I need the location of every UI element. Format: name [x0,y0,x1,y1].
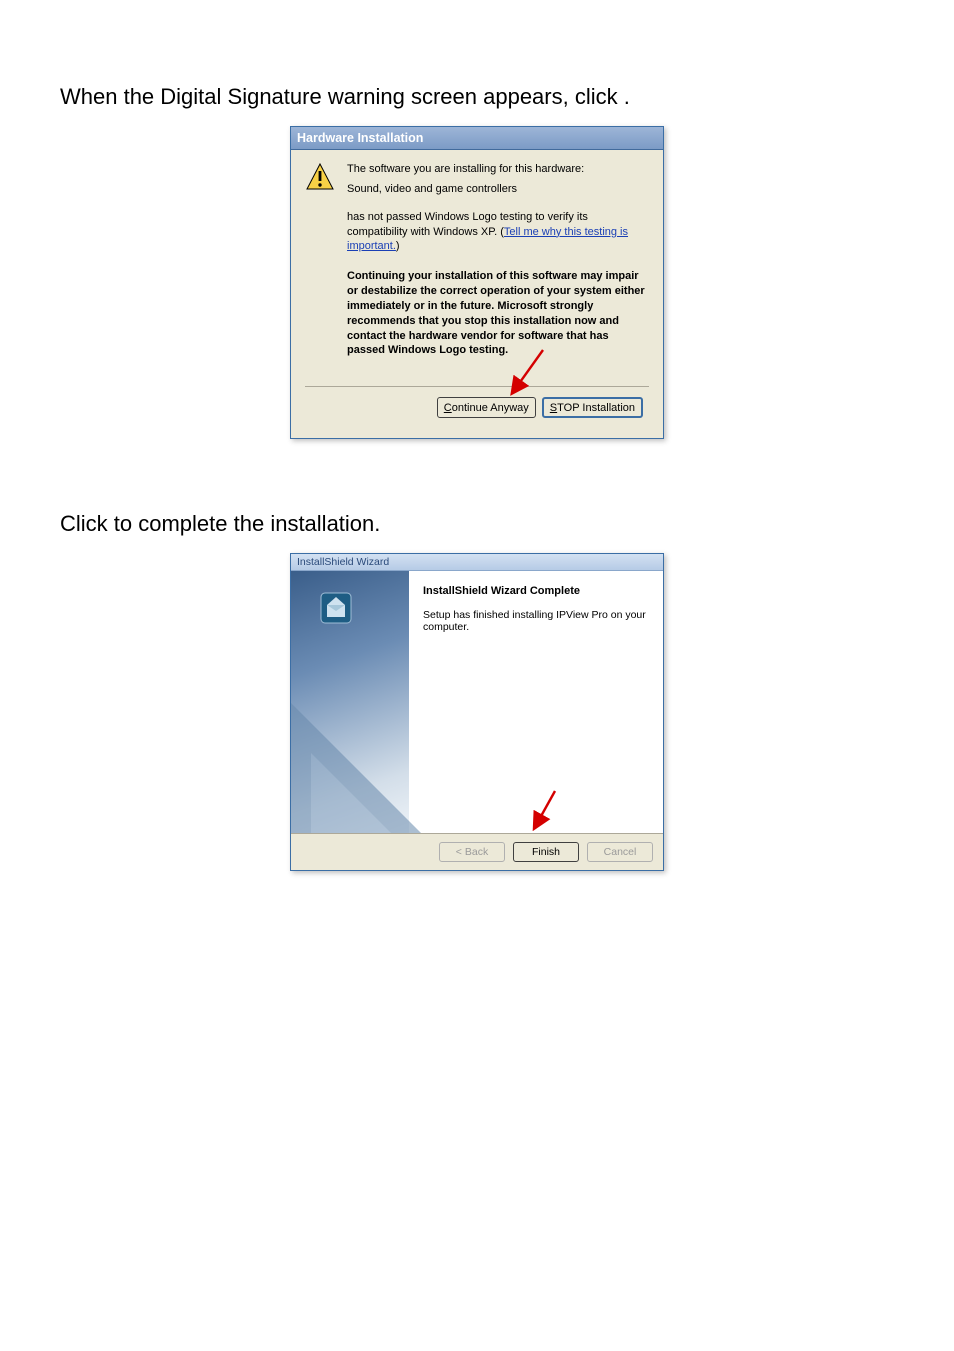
stop-installation-button[interactable]: STOP Installation [542,397,643,418]
wizard-side-image [291,571,409,833]
wizard-description: Setup has finished installing IPView Pro… [423,609,649,633]
instruction-1-suffix: . [624,84,630,109]
hardware-installation-dialog: Hardware Installation The software you a… [290,126,664,440]
installshield-title: InstallShield Wizard [291,554,663,571]
bold-warning-text: Continuing your installation of this sof… [347,269,645,358]
instruction-line-2: Click to complete the installation. [60,509,894,539]
instruction-1-prefix: When the Digital Signature warning scree… [60,84,624,109]
red-arrow-icon [507,348,547,396]
installshield-title-text: InstallShield Wizard [297,556,389,568]
instruction-2-prefix: Click [60,511,114,536]
continue-anyway-button[interactable]: Continue Anyway [437,397,536,418]
msg-line-1: The software you are installing for this… [347,162,649,176]
cancel-button: Cancel [587,842,653,862]
instruction-line-1: When the Digital Signature warning scree… [60,82,894,112]
instruction-2-suffix: to complete the installation. [114,511,381,536]
msg-line-3: has not passed Windows Logo testing to v… [347,210,649,253]
wizard-heading: InstallShield Wizard Complete [423,585,649,597]
warning-icon [305,162,335,192]
back-button: < Back [439,842,505,862]
red-arrow-icon [529,789,559,831]
msg-line-2: Sound, video and game controllers [347,182,649,196]
dialog-title-text: Hardware Installation [297,131,423,145]
installshield-wizard-dialog: InstallShield Wizard InstallShield Wizar [290,553,664,871]
dialog-title: Hardware Installation [291,127,663,150]
finish-button[interactable]: Finish [513,842,579,862]
